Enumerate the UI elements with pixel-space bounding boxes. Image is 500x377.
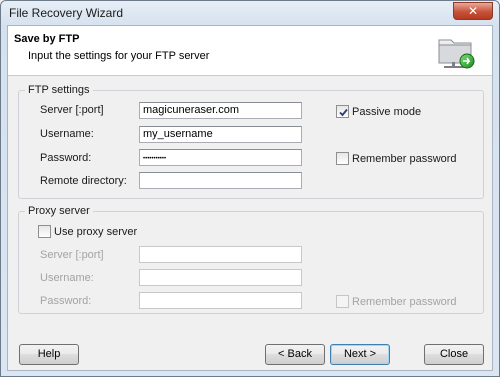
dialog-body: Save by FTP Input the settings for your … xyxy=(7,25,493,371)
close-icon: ✕ xyxy=(467,4,479,18)
page-title: Save by FTP xyxy=(14,33,80,45)
use-proxy-label: Use proxy server xyxy=(54,225,138,238)
username-label: Username: xyxy=(40,128,94,140)
proxy-server-legend: Proxy server xyxy=(28,205,90,217)
proxy-username-input[interactable] xyxy=(139,269,302,286)
wizard-header: Save by FTP Input the settings for your … xyxy=(8,26,492,76)
title-bar: File Recovery Wizard ✕ xyxy=(1,1,499,25)
server-input[interactable]: magicuneraser.com xyxy=(139,102,302,119)
proxy-password-input[interactable] xyxy=(139,292,302,309)
folder-network-icon xyxy=(438,39,475,69)
close-button[interactable]: Close xyxy=(424,344,484,365)
server-label: Server [:port] xyxy=(40,104,104,116)
proxy-server-label: Server [:port] xyxy=(40,249,104,261)
proxy-remember-password-checkbox[interactable]: Remember password xyxy=(336,295,457,308)
proxy-password-label: Password: xyxy=(40,295,92,307)
next-button[interactable]: Next > xyxy=(330,344,390,365)
password-input[interactable]: ••••••••••• xyxy=(139,149,302,166)
page-subtitle: Input the settings for your FTP server xyxy=(28,50,210,62)
username-input[interactable]: my_username xyxy=(139,126,302,143)
proxy-remember-password-box[interactable] xyxy=(336,295,349,308)
proxy-username-label: Username: xyxy=(40,272,94,284)
window-close-button[interactable]: ✕ xyxy=(453,2,493,20)
use-proxy-box[interactable] xyxy=(38,225,51,238)
checkmark-icon xyxy=(339,108,348,117)
proxy-remember-password-label: Remember password xyxy=(352,295,457,308)
remote-directory-label: Remote directory: xyxy=(40,175,127,187)
remember-password-box[interactable] xyxy=(336,152,349,165)
passive-mode-box[interactable] xyxy=(336,105,349,118)
wizard-window: File Recovery Wizard ✕ Save by FTP Input… xyxy=(0,0,500,377)
proxy-server-input[interactable] xyxy=(139,246,302,263)
window-title: File Recovery Wizard xyxy=(9,6,124,20)
remote-directory-input[interactable] xyxy=(139,172,302,189)
use-proxy-checkbox[interactable]: Use proxy server xyxy=(38,225,137,238)
password-label: Password: xyxy=(40,152,92,164)
help-button[interactable]: Help xyxy=(19,344,79,365)
passive-mode-label: Passive mode xyxy=(352,105,422,118)
remember-password-label: Remember password xyxy=(352,152,457,165)
remember-password-checkbox[interactable]: Remember password xyxy=(336,152,457,165)
ftp-settings-legend: FTP settings xyxy=(28,84,90,96)
passive-mode-checkbox[interactable]: Passive mode xyxy=(336,105,421,118)
back-button[interactable]: < Back xyxy=(265,344,325,365)
